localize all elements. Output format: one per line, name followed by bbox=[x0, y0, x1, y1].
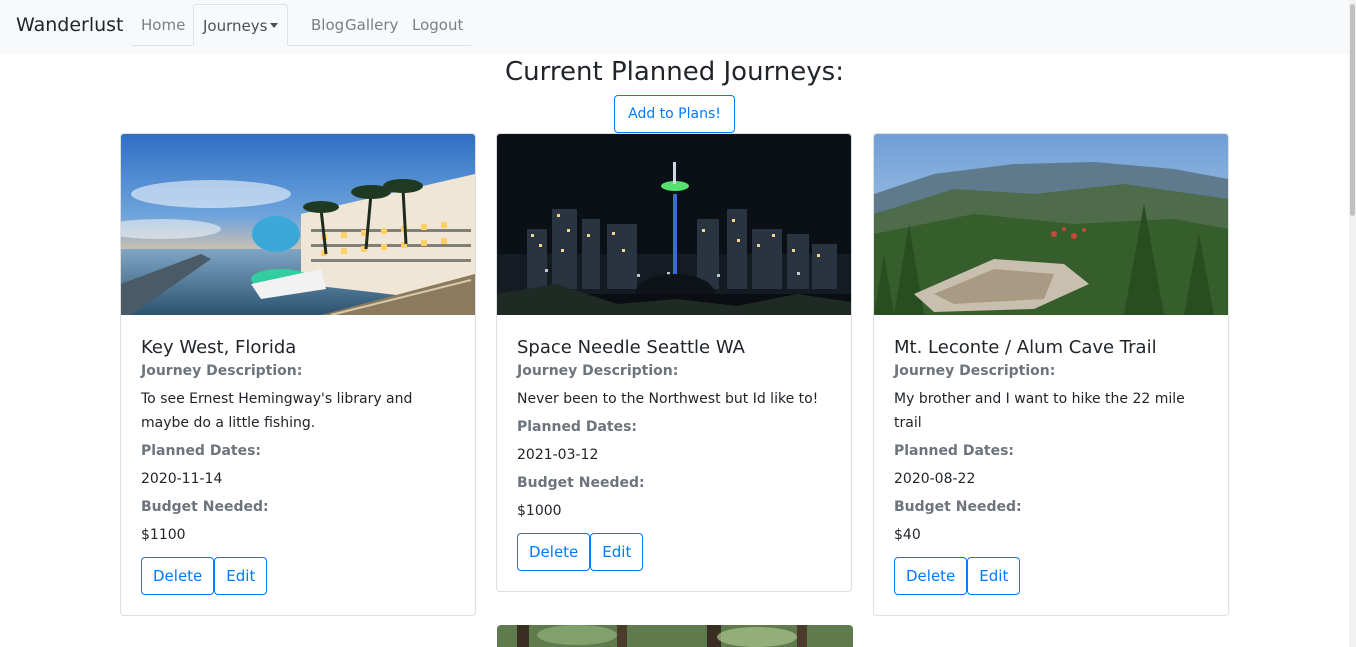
date-value: 2020-11-14 bbox=[141, 471, 223, 487]
journey-image-mt-leconte bbox=[874, 134, 1228, 315]
card-title: Space Needle Seattle WA bbox=[517, 337, 745, 358]
journey-image-key-west bbox=[121, 134, 475, 315]
page-title: Current Planned Journeys: bbox=[505, 57, 844, 87]
dates-label: Planned Dates: bbox=[894, 443, 1015, 459]
journey-image-forest bbox=[497, 625, 853, 647]
date-value: 2021-03-12 bbox=[517, 447, 599, 463]
nav-link-journeys-label: Journeys bbox=[203, 17, 268, 35]
edit-button[interactable]: Edit bbox=[214, 557, 268, 595]
nav-link-logout[interactable]: Logout bbox=[403, 4, 472, 46]
nav-link-journeys[interactable]: Journeys bbox=[193, 4, 289, 46]
scrollbar-thumb[interactable] bbox=[1350, 4, 1355, 216]
budget-label: Budget Needed: bbox=[517, 475, 645, 491]
brand-logo[interactable]: Wanderlust bbox=[16, 14, 124, 36]
budget-label: Budget Needed: bbox=[894, 499, 1022, 515]
description-text: My brother and I want to hike the 22 mil… bbox=[894, 391, 1185, 431]
dates-label: Planned Dates: bbox=[517, 419, 638, 435]
navbar: Wanderlust Home Journeys Blog Gallery Lo… bbox=[0, 0, 1349, 54]
journey-card: Mt. Leconte / Alum Cave Trail Journey De… bbox=[873, 133, 1229, 616]
nav-link-home[interactable]: Home bbox=[132, 4, 194, 46]
card-body: Key West, Florida Journey Description: T… bbox=[121, 315, 475, 615]
edit-button[interactable]: Edit bbox=[590, 533, 644, 571]
card-title: Key West, Florida bbox=[141, 337, 297, 358]
budget-value: $40 bbox=[894, 527, 921, 543]
edit-button[interactable]: Edit bbox=[967, 557, 1021, 595]
budget-value: $1000 bbox=[517, 503, 562, 519]
delete-button[interactable]: Delete bbox=[517, 533, 591, 571]
journey-card: Key West, Florida Journey Description: T… bbox=[120, 133, 476, 616]
card-title: Mt. Leconte / Alum Cave Trail bbox=[894, 337, 1157, 358]
description-label: Journey Description: bbox=[517, 363, 679, 379]
delete-button[interactable]: Delete bbox=[894, 557, 968, 595]
add-to-plans-button[interactable]: Add to Plans! bbox=[614, 95, 735, 133]
budget-label: Budget Needed: bbox=[141, 499, 269, 515]
journey-image-seattle bbox=[497, 134, 851, 315]
budget-value: $1100 bbox=[141, 527, 186, 543]
caret-down-icon bbox=[270, 23, 279, 28]
delete-button[interactable]: Delete bbox=[141, 557, 215, 595]
scrollbar[interactable] bbox=[1349, 0, 1356, 647]
description-label: Journey Description: bbox=[894, 363, 1056, 379]
description-text: Never been to the Northwest but Id like … bbox=[517, 391, 819, 407]
nav-link-gallery[interactable]: Gallery bbox=[336, 4, 407, 46]
card-body: Mt. Leconte / Alum Cave Trail Journey De… bbox=[874, 315, 1228, 615]
dates-label: Planned Dates: bbox=[141, 443, 262, 459]
card-body: Space Needle Seattle WA Journey Descript… bbox=[497, 315, 851, 591]
journey-card: Space Needle Seattle WA Journey Descript… bbox=[496, 133, 852, 592]
description-text: To see Ernest Hemingway's library and ma… bbox=[141, 391, 413, 431]
description-label: Journey Description: bbox=[141, 363, 303, 379]
nav-tabs: Home Journeys Blog Gallery Logout bbox=[132, 4, 471, 46]
date-value: 2020-08-22 bbox=[894, 471, 976, 487]
